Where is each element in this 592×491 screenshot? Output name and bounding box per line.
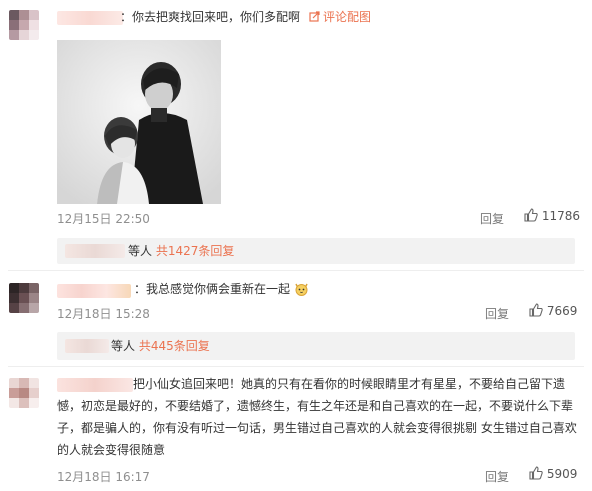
comment-image[interactable] (57, 40, 221, 204)
comment-text-line: 的人就会变得很随意 (57, 443, 166, 457)
comment-text: ：你去把爽找回来吧，你们多配啊 (120, 10, 301, 24)
username-blurred[interactable] (57, 378, 133, 392)
comment-text: ：我总感觉你俩会重新在一起 (134, 278, 309, 303)
reply-button[interactable]: 回复 (485, 468, 509, 485)
avatar[interactable] (9, 283, 39, 313)
comment-text-line: 把小仙女追回来吧！她真的只有在看你的时候眼睛里才有星星，不要给自己留下遗 (133, 377, 566, 391)
like-button[interactable]: 7669 (529, 303, 577, 320)
timestamp: 12月15日 22:50 (57, 212, 150, 226)
sub-replies-bar[interactable]: 等人 共445条回复 (57, 332, 575, 360)
sub-reply-count-link[interactable]: 共1427条回复 (156, 244, 235, 258)
sub-reply-suffix: 等人 (111, 339, 136, 353)
like-button[interactable]: 5909 (529, 466, 577, 483)
avatar[interactable] (9, 378, 39, 408)
like-count: 11786 (541, 209, 581, 223)
divider (8, 366, 584, 367)
thumb-up-icon (529, 303, 543, 320)
like-count: 7669 (546, 304, 578, 318)
timestamp: 12月18日 15:28 (57, 307, 150, 321)
thumb-up-icon (529, 466, 543, 483)
like-count: 5909 (546, 467, 578, 481)
comment-text-line: 憾，初恋是最好的，不要结婚了，遗憾终生，有生之年还是和自己喜欢的在一起，不要说什… (57, 399, 574, 413)
reply-button[interactable]: 回复 (485, 305, 509, 322)
divider (8, 270, 584, 271)
like-button[interactable]: 11786 (524, 208, 580, 225)
avatar[interactable] (9, 10, 39, 40)
username-blurred[interactable] (57, 11, 123, 25)
link-icon (309, 7, 320, 29)
sub-replies-bar[interactable]: 等人 共1427条回复 (57, 238, 575, 264)
timestamp: 12月18日 16:17 (57, 470, 150, 484)
sub-reply-user-blurred (65, 244, 125, 258)
thumb-up-icon (524, 208, 538, 225)
comment-image-link[interactable]: 评论配图 (309, 6, 371, 29)
comment-text-line: 子，都是骗人的，你有没有听过一句话，男生错过自己喜欢的人就会变得很挑剔 女生错过… (57, 421, 577, 435)
sub-reply-count-link[interactable]: 共445条回复 (139, 339, 210, 353)
cat-face-icon (294, 281, 309, 303)
sub-reply-user-blurred (65, 339, 109, 353)
sub-reply-suffix: 等人 (128, 244, 153, 258)
reply-button[interactable]: 回复 (480, 210, 504, 227)
username-blurred[interactable] (57, 284, 131, 298)
